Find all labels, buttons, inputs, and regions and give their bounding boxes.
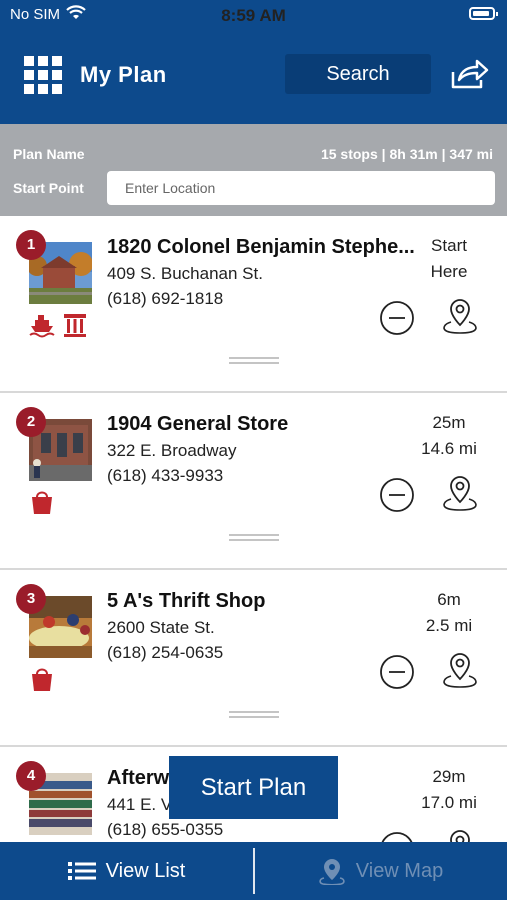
stop-distance: 17.0 mi xyxy=(421,793,477,812)
ship-icon xyxy=(29,315,55,338)
stop-name[interactable]: 1820 Colonel Benjamin Stephe... xyxy=(107,236,422,259)
battery-icon xyxy=(469,7,498,20)
app-header: My Plan Search xyxy=(0,30,507,124)
map-pin-icon xyxy=(319,859,345,885)
list-item[interactable]: 2 1904 General Store 322 E. Broadway (61… xyxy=(0,393,507,570)
tab-view-map-label: View Map xyxy=(355,859,444,882)
stop-drive-time: 29m xyxy=(432,767,466,786)
stop-address: 2600 State St. xyxy=(107,618,215,637)
search-button[interactable]: Search xyxy=(285,54,431,94)
tab-view-map[interactable]: View Map xyxy=(254,842,507,900)
plan-summary: 15 stops | 8h 31m | 347 mi xyxy=(320,146,493,162)
drag-handle[interactable] xyxy=(229,711,279,718)
stop-name[interactable]: 5 A's Thrift Shop xyxy=(107,590,422,613)
remove-stop-icon[interactable] xyxy=(379,831,415,842)
stop-distance: 14.6 mi xyxy=(421,439,477,458)
list-item[interactable]: 3 5 A's Thrift Shop 2600 State St. (618)… xyxy=(0,570,507,747)
map-pin-icon[interactable] xyxy=(441,473,479,513)
map-pin-icon[interactable] xyxy=(441,296,479,336)
stop-address: 409 S. Buchanan St. xyxy=(107,264,263,283)
category-icons xyxy=(29,312,87,338)
list-item[interactable]: 1 1820 Colonel Benjamin Stephe... 409 S.… xyxy=(0,216,507,393)
menu-grid-icon[interactable] xyxy=(24,56,62,94)
clock: 8:59 AM xyxy=(221,6,286,25)
stop-drive-time: Start xyxy=(431,236,467,255)
remove-stop-icon[interactable] xyxy=(379,477,415,513)
bottom-tab-bar: View List View Map xyxy=(0,842,507,900)
drag-handle[interactable] xyxy=(229,534,279,541)
column-icon xyxy=(64,314,86,337)
shopping-bag-icon xyxy=(32,491,52,514)
list-icon xyxy=(67,862,96,880)
stop-phone[interactable]: (618) 692-1818 xyxy=(107,289,223,309)
stop-distance: Here xyxy=(430,262,468,281)
stop-number-badge: 4 xyxy=(16,761,46,791)
map-pin-icon[interactable] xyxy=(441,650,479,690)
stop-address: 441 E. V xyxy=(107,795,173,814)
start-point-label: Start Point xyxy=(13,180,84,196)
status-bar: No SIM 8:59 AM xyxy=(0,0,507,30)
stop-address: 322 E. Broadway xyxy=(107,441,237,460)
map-pin-icon[interactable] xyxy=(441,827,479,842)
plan-info-bar: Plan Name 15 stops | 8h 31m | 347 mi Sta… xyxy=(0,124,507,216)
stop-phone[interactable]: (618) 433-9933 xyxy=(107,466,223,486)
plan-name-label: Plan Name xyxy=(13,146,85,162)
stop-phone[interactable]: (618) 254-0635 xyxy=(107,643,223,663)
drag-handle[interactable] xyxy=(229,357,279,364)
tab-view-list[interactable]: View List xyxy=(0,842,253,900)
start-location-input[interactable] xyxy=(107,171,495,205)
stop-drive-time: 6m xyxy=(437,590,461,609)
remove-stop-icon[interactable] xyxy=(379,654,415,690)
stop-list[interactable]: 1 1820 Colonel Benjamin Stephe... 409 S.… xyxy=(0,216,507,842)
start-plan-button[interactable]: Start Plan xyxy=(169,756,338,819)
stop-number-badge: 2 xyxy=(16,407,46,437)
shopping-bag-icon xyxy=(32,668,52,691)
category-icons xyxy=(29,489,55,515)
stop-name[interactable]: 1904 General Store xyxy=(107,413,422,436)
category-icons xyxy=(29,666,55,692)
share-icon[interactable] xyxy=(449,58,489,90)
stop-drive-time: 25m xyxy=(432,413,466,432)
remove-stop-icon[interactable] xyxy=(379,300,415,336)
stop-number-badge: 3 xyxy=(16,584,46,614)
tab-view-list-label: View List xyxy=(105,859,186,882)
stop-number-badge: 1 xyxy=(16,230,46,260)
stop-distance: 2.5 mi xyxy=(425,616,473,635)
page-title: My Plan xyxy=(80,62,167,87)
stop-phone[interactable]: (618) 655-0355 xyxy=(107,820,223,840)
